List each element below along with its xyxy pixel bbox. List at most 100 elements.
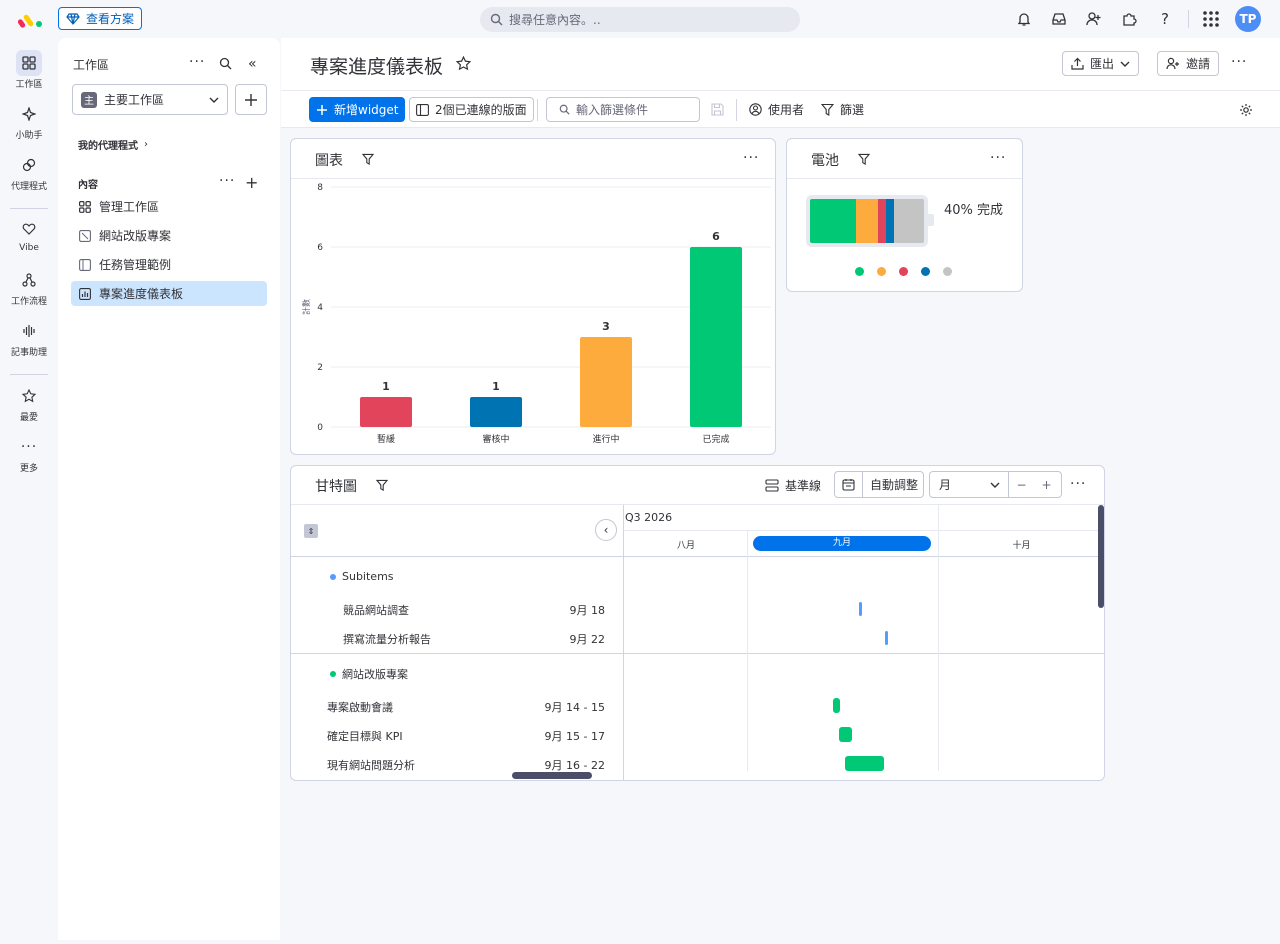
sidebar-item-manage-workspace[interactable]: 管理工作區 (71, 194, 267, 219)
zoom-in-icon[interactable]: + (1034, 478, 1059, 492)
settings-gear-icon[interactable] (1239, 103, 1253, 121)
bar[interactable] (690, 247, 742, 427)
bar[interactable] (580, 337, 632, 427)
filter-button[interactable]: 篩選 (815, 97, 870, 122)
collapse-all-icon[interactable]: ⇕ (304, 524, 318, 538)
person-filter-button[interactable]: 使用者 (743, 97, 810, 122)
gantt-bar[interactable] (859, 602, 862, 616)
header-more-icon[interactable]: ··· (1231, 54, 1247, 70)
group-header-website[interactable]: 網站改版專案 (330, 666, 408, 682)
legend-dot[interactable] (899, 267, 908, 276)
sidebar-more-icon[interactable]: ··· (189, 54, 205, 70)
favorite-star-icon[interactable] (455, 55, 472, 75)
help-icon[interactable]: ? (1155, 9, 1175, 29)
chart-more-icon[interactable]: ··· (743, 150, 759, 166)
card-divider (787, 178, 1022, 179)
vertical-scrollbar[interactable] (1098, 505, 1104, 608)
bar[interactable] (360, 397, 412, 427)
rail-item-more[interactable]: ··· 更多 (0, 434, 58, 474)
rail-item-assistant[interactable]: 小助手 (0, 101, 58, 141)
y-axis-label: 計數 (301, 299, 311, 315)
auto-fit-button[interactable]: 自動調整 (834, 471, 924, 498)
my-agents-link[interactable]: 我的代理程式 › (78, 137, 148, 152)
chart-filter-icon[interactable] (361, 153, 375, 169)
gantt-item-name[interactable]: 競品網站調查 (343, 602, 409, 618)
inbox-icon[interactable] (1049, 9, 1069, 29)
sidebar-item-website-project[interactable]: 網站改版專案 (71, 223, 267, 248)
grid-icon (16, 50, 42, 76)
rail-item-vibe[interactable]: Vibe (0, 216, 58, 253)
search-icon (559, 104, 570, 115)
gantt-item-name[interactable]: 撰寫流量分析報告 (343, 631, 431, 647)
gantt-bar[interactable] (885, 631, 888, 645)
gantt-more-icon[interactable]: ··· (1070, 476, 1086, 492)
plus-icon (245, 93, 257, 106)
group-header-subitems[interactable]: Subitems (330, 570, 394, 583)
dashboard-header: 專案進度儀表板 匯出 邀請 ··· 新增widget 2個已連線的版面 輸入篩選… (281, 38, 1280, 128)
star-icon (16, 383, 42, 409)
gantt-bar[interactable] (845, 756, 884, 771)
quarter-label: Q3 2026 (625, 511, 673, 524)
legend-dot[interactable] (943, 267, 952, 276)
baseline-toggle[interactable]: 基準線 (765, 477, 821, 494)
rail-item-notetaker[interactable]: 記事助理 (0, 318, 58, 358)
battery-filter-icon[interactable] (857, 153, 871, 169)
diamond-icon (66, 12, 80, 25)
battery-segment (894, 199, 924, 243)
legend-dot[interactable] (921, 267, 930, 276)
gantt-bar[interactable] (833, 698, 840, 713)
horizontal-scrollbar[interactable] (512, 772, 592, 779)
sidebar-search-icon[interactable] (219, 57, 232, 74)
workspace-selector[interactable]: 主 主要工作區 (72, 84, 228, 115)
collapse-sidebar-icon[interactable]: « (248, 56, 257, 72)
save-view-icon[interactable] (711, 103, 724, 120)
export-button[interactable]: 匯出 (1062, 51, 1140, 76)
gantt-list-header: ⇕ ‹ (291, 505, 623, 557)
timeline-divider (624, 530, 1104, 531)
notifications-bell-icon[interactable] (1014, 9, 1034, 29)
time-scale-select[interactable]: 月 − + (929, 471, 1062, 498)
topbar-divider (1188, 10, 1189, 28)
gantt-filter-icon[interactable] (375, 479, 389, 495)
battery-more-icon[interactable]: ··· (990, 150, 1006, 166)
rail-item-agents[interactable]: 代理程式 (0, 152, 58, 192)
apps-puzzle-icon[interactable] (1119, 9, 1139, 29)
legend-dot[interactable] (855, 267, 864, 276)
connected-boards-button[interactable]: 2個已連線的版面 (409, 97, 534, 122)
audio-wave-icon (16, 318, 42, 344)
rail-divider (10, 208, 48, 209)
legend-dot[interactable] (877, 267, 886, 276)
app-switcher-grid-icon[interactable] (1201, 9, 1221, 29)
rail-item-favorites[interactable]: 最愛 (0, 383, 58, 423)
sidebar-item-dashboard[interactable]: 專案進度儀表板 (71, 281, 267, 306)
bar[interactable] (470, 397, 522, 427)
collapse-list-button[interactable]: ‹ (595, 519, 617, 541)
battery-body (806, 195, 928, 247)
zoom-out-icon[interactable]: − (1009, 478, 1034, 492)
add-widget-button[interactable]: 新增widget (309, 97, 406, 122)
gantt-item-name[interactable]: 現有網站問題分析 (327, 757, 415, 773)
monday-logo-icon[interactable] (17, 9, 44, 29)
gantt-bar[interactable] (839, 727, 852, 742)
rail-item-workspace[interactable]: 工作區 (0, 50, 58, 90)
rail-item-workflows[interactable]: 工作流程 (0, 267, 58, 307)
group-color-dot (330, 573, 336, 580)
chevron-down-icon (209, 97, 219, 103)
global-search-input[interactable]: 搜尋任意內容。.. (480, 7, 800, 32)
user-avatar[interactable]: TP (1235, 6, 1261, 32)
baseline-icon (765, 479, 779, 492)
gantt-item-name[interactable]: 確定目標與 KPI (327, 728, 403, 744)
sidebar-item-task-template[interactable]: 任務管理範例 (71, 252, 267, 277)
add-workspace-button[interactable] (235, 84, 267, 115)
gantt-item-name[interactable]: 專案啟動會議 (327, 699, 393, 715)
workflow-icon (16, 267, 42, 293)
chevron-down-icon (1120, 61, 1130, 67)
calendar-icon (835, 472, 863, 497)
board-icon (79, 229, 91, 242)
invite-members-icon[interactable] (1084, 9, 1104, 29)
invite-button[interactable]: 邀請 (1157, 51, 1220, 76)
content-more-icon[interactable]: ··· (219, 173, 235, 189)
see-plans-button[interactable]: 查看方案 (58, 7, 143, 30)
content-add-icon[interactable]: + (245, 173, 258, 192)
filter-input[interactable]: 輸入篩選條件 (546, 97, 700, 122)
